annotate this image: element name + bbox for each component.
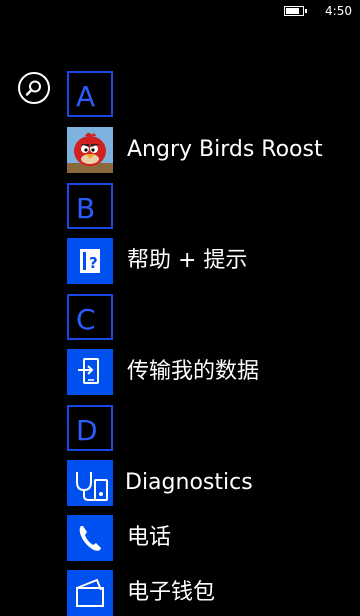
app-label: 电子钱包 [127,580,216,605]
letter-tile[interactable]: A [67,71,113,117]
app-label: Diagnostics [125,470,253,495]
letter-label: D [76,414,98,447]
list-item-phone[interactable]: 电话 [67,515,171,561]
section-header-c[interactable]: C [67,294,113,340]
help-book-icon: ? [67,238,113,284]
app-label: 传输我的数据 [127,359,260,384]
app-list: A Angry Birds Roost B ? 帮助 + 提示 C 传输我的数据… [0,0,360,616]
phone-icon [67,515,113,561]
app-label: 电话 [127,525,172,550]
angry-birds-icon [67,127,113,173]
letter-tile[interactable]: C [67,294,113,340]
list-item-transfer-my-data[interactable]: 传输我的数据 [67,349,259,395]
letter-label: C [76,303,96,336]
wallet-icon [67,570,113,616]
stethoscope-icon [67,460,113,506]
section-header-d[interactable]: D [67,405,113,451]
app-label: Angry Birds Roost [127,137,323,162]
letter-tile[interactable]: D [67,405,113,451]
section-header-b[interactable]: B [67,183,113,229]
list-item-help-tips[interactable]: ? 帮助 + 提示 [67,238,247,284]
list-item-wallet[interactable]: 电子钱包 [67,570,215,616]
transfer-phone-icon [67,349,113,395]
letter-label: B [76,192,96,225]
app-label: 帮助 + 提示 [127,248,248,273]
list-item-diagnostics[interactable]: Diagnostics [67,460,253,506]
section-header-a[interactable]: A [67,71,113,117]
letter-label: A [76,80,96,113]
svg-text:?: ? [89,254,98,272]
letter-tile[interactable]: B [67,183,113,229]
list-item-angry-birds-roost[interactable]: Angry Birds Roost [67,127,323,173]
